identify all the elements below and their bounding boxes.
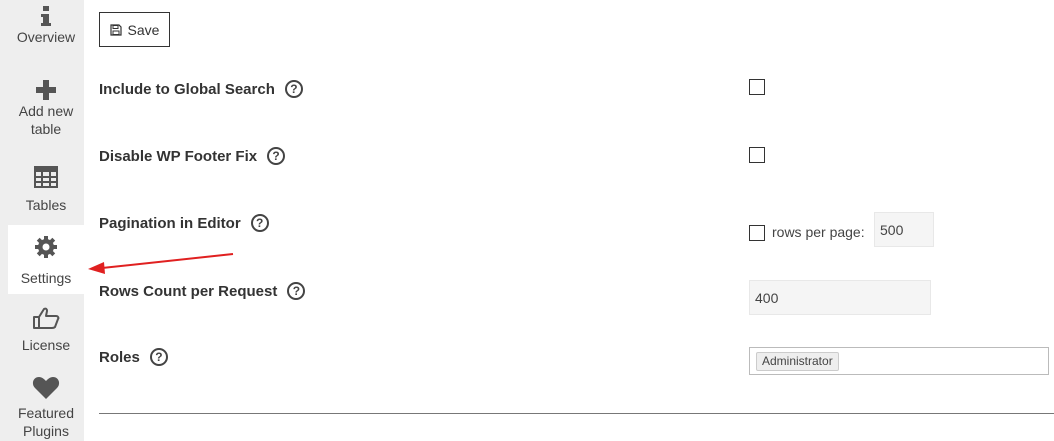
sidebar-item-featured-plugins[interactable]: Featured Plugins bbox=[8, 376, 84, 441]
sidebar-item-settings[interactable]: Settings bbox=[8, 225, 84, 294]
sidebar-item-tables[interactable]: Tables bbox=[8, 166, 84, 218]
help-icon[interactable]: ? bbox=[149, 348, 168, 366]
setting-label: Disable WP Footer Fix bbox=[99, 147, 258, 165]
setting-label: Include to Global Search bbox=[99, 80, 275, 98]
thumbs-up-icon bbox=[33, 307, 60, 329]
roles-setting: Roles ? bbox=[99, 348, 168, 366]
setting-label: Pagination in Editor bbox=[99, 214, 241, 232]
rows-count-setting: Rows Count per Request ? bbox=[99, 282, 306, 300]
help-icon[interactable]: ? bbox=[287, 282, 306, 300]
table-grid-icon bbox=[34, 166, 58, 188]
help-icon[interactable]: ? bbox=[267, 147, 286, 165]
sidebar-item-overview[interactable]: Overview bbox=[8, 4, 84, 60]
pagination-setting: Pagination in Editor ? bbox=[99, 214, 269, 232]
sidebar-item-label: Plugins bbox=[23, 423, 69, 439]
sidebar-item-label: Settings bbox=[20, 270, 72, 286]
divider bbox=[99, 413, 1054, 414]
sidebar-item-license[interactable]: License bbox=[8, 306, 84, 358]
save-button[interactable]: Save bbox=[99, 12, 170, 47]
save-button-label: Save bbox=[127, 21, 160, 38]
pagination-checkbox[interactable] bbox=[749, 225, 765, 241]
help-icon[interactable]: ? bbox=[284, 80, 303, 98]
annotation-arrow-icon bbox=[88, 253, 234, 274]
sidebar-item-label: Add new bbox=[18, 103, 74, 119]
sidebar-item-label: License bbox=[21, 337, 71, 353]
role-tag[interactable]: Administrator bbox=[756, 352, 839, 371]
setting-label: Roles bbox=[99, 348, 140, 366]
sidebar: Overview Add new table Tables Settings L… bbox=[0, 0, 84, 441]
rows-per-page-input[interactable]: 500 bbox=[874, 212, 934, 247]
help-icon[interactable]: ? bbox=[250, 214, 269, 232]
setting-label: Rows Count per Request bbox=[99, 282, 278, 300]
sidebar-item-label: Tables bbox=[25, 197, 67, 213]
roles-select[interactable]: Administrator bbox=[749, 347, 1049, 375]
sidebar-item-add-new-table[interactable]: Add new table bbox=[8, 78, 84, 148]
global-search-setting: Include to Global Search ? bbox=[99, 80, 303, 98]
gear-icon bbox=[35, 236, 57, 258]
footer-fix-setting: Disable WP Footer Fix ? bbox=[99, 147, 286, 165]
info-icon bbox=[41, 6, 51, 26]
heart-icon bbox=[32, 377, 60, 399]
plus-icon bbox=[36, 80, 56, 100]
sidebar-item-label: Overview bbox=[16, 29, 76, 45]
floppy-disk-icon bbox=[109, 23, 122, 36]
rows-per-page-label: rows per page: bbox=[772, 224, 865, 240]
rows-count-input[interactable]: 400 bbox=[749, 280, 931, 315]
sidebar-item-label: Featured bbox=[17, 405, 75, 421]
footer-fix-checkbox[interactable] bbox=[749, 147, 765, 163]
global-search-checkbox[interactable] bbox=[749, 79, 765, 95]
sidebar-item-label: table bbox=[30, 121, 62, 137]
